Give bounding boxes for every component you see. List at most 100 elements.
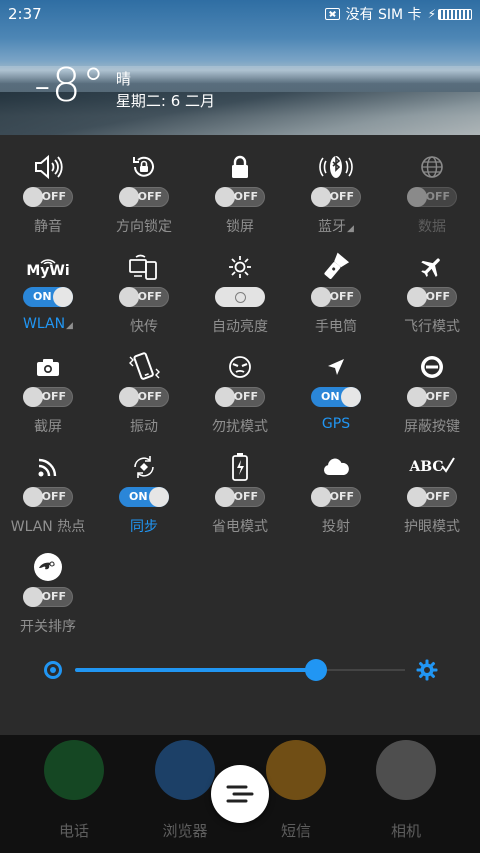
tile-rotation-lock[interactable]: OFF 方向锁定 bbox=[96, 147, 192, 247]
tile-label: 屏蔽按键 bbox=[404, 419, 460, 435]
weather-temperature: -8° bbox=[34, 58, 106, 112]
toggle-state: OFF bbox=[41, 490, 66, 503]
camera-app-icon bbox=[376, 740, 436, 800]
toggle-dot bbox=[235, 292, 246, 303]
tile-label-text: 蓝牙 bbox=[318, 219, 347, 235]
brightness-high-gear-icon[interactable] bbox=[416, 659, 438, 681]
weather-widget[interactable]: -8° 晴 星期二: 6 二月 bbox=[34, 62, 215, 112]
tile-do-not-disturb[interactable]: OFF 勿扰模式 bbox=[192, 347, 288, 447]
tile-label: 投射 bbox=[322, 519, 350, 535]
tile-eye-protection[interactable]: ABC OFF 护眼模式 bbox=[384, 447, 480, 547]
toggle-state: OFF bbox=[329, 290, 354, 303]
screenshot-toggle[interactable]: OFF bbox=[23, 387, 73, 407]
auto-brightness-toggle[interactable] bbox=[215, 287, 265, 307]
toggle-state: OFF bbox=[233, 390, 258, 403]
tile-label: 勿扰模式 bbox=[212, 419, 268, 435]
bluetooth-icon bbox=[316, 151, 356, 183]
toggle-state: OFF bbox=[425, 390, 450, 403]
quick-transfer-toggle[interactable]: OFF bbox=[119, 287, 169, 307]
toggle-knob bbox=[119, 287, 139, 307]
expand-triangle-icon[interactable]: ◢ bbox=[66, 321, 73, 331]
tile-data[interactable]: OFF 数据 bbox=[384, 147, 480, 247]
tile-row: OFF 开关排序 bbox=[0, 547, 480, 647]
rotation-lock-toggle[interactable]: OFF bbox=[119, 187, 169, 207]
brightness-slider[interactable] bbox=[40, 655, 440, 685]
battery-saver-icon bbox=[220, 451, 260, 483]
tile-gps[interactable]: ON GPS bbox=[288, 347, 384, 447]
tile-flashlight[interactable]: OFF 手电筒 bbox=[288, 247, 384, 347]
tile-bluetooth[interactable]: OFF 蓝牙◢ bbox=[288, 147, 384, 247]
block-keys-toggle[interactable]: OFF bbox=[407, 387, 457, 407]
tile-label: GPS bbox=[321, 416, 351, 432]
dock-app-label: 短信 bbox=[280, 822, 311, 840]
do-not-disturb-toggle[interactable]: OFF bbox=[215, 387, 265, 407]
bluetooth-toggle[interactable]: OFF bbox=[311, 187, 361, 207]
quick-settings-panel: OFF 静音 OFF 方向锁定 OFF 锁屏 OFF 蓝牙◢ OFF 数据 My… bbox=[0, 135, 480, 735]
tile-auto-brightness[interactable]: 自动亮度 bbox=[192, 247, 288, 347]
weather-details: 晴 星期二: 6 二月 bbox=[116, 68, 215, 112]
toggle-state: OFF bbox=[137, 390, 162, 403]
toggle-knob bbox=[311, 187, 331, 207]
cast-toggle[interactable]: OFF bbox=[311, 487, 361, 507]
toggle-knob bbox=[215, 487, 235, 507]
toggle-state: OFF bbox=[41, 590, 66, 603]
do-not-disturb-icon bbox=[220, 351, 260, 383]
sync-icon bbox=[124, 451, 164, 483]
tile-quick-transfer[interactable]: OFF 快传 bbox=[96, 247, 192, 347]
tile-screenshot[interactable]: OFF 截屏 bbox=[0, 347, 96, 447]
tile-switch-order[interactable]: OFF 开关排序 bbox=[0, 547, 96, 647]
vibrate-toggle[interactable]: OFF bbox=[119, 387, 169, 407]
sync-toggle[interactable]: ON bbox=[119, 487, 169, 507]
dock-app-label: 相机 bbox=[390, 822, 421, 840]
messages-app-icon bbox=[266, 740, 326, 800]
wlan-toggle[interactable]: ON bbox=[23, 287, 73, 307]
expand-triangle-icon[interactable]: ◢ bbox=[347, 224, 354, 234]
toggle-state: OFF bbox=[41, 190, 66, 203]
mywi-text: MyWi bbox=[26, 262, 70, 279]
dock-app-phone[interactable]: 电话 bbox=[34, 740, 114, 841]
lock-screen-toggle[interactable]: OFF bbox=[215, 187, 265, 207]
status-right: 没有 SIM 卡 ⚡ bbox=[324, 4, 472, 24]
gps-toggle[interactable]: ON bbox=[311, 387, 361, 407]
tile-block-keys[interactable]: OFF 屏蔽按键 bbox=[384, 347, 480, 447]
toggle-state: OFF bbox=[425, 190, 450, 203]
tile-row: OFF 截屏 OFF 振动 OFF 勿扰模式 ON GPS OFF 屏蔽按键 bbox=[0, 347, 480, 447]
brightness-thumb[interactable] bbox=[304, 659, 327, 681]
toggle-knob bbox=[149, 487, 169, 507]
vibrate-icon bbox=[124, 351, 164, 383]
mute-toggle[interactable]: OFF bbox=[23, 187, 73, 207]
toggle-knob bbox=[215, 387, 235, 407]
phone-app-icon bbox=[44, 740, 104, 800]
dock-app-camera[interactable]: 相机 bbox=[366, 740, 446, 841]
brightness-icon bbox=[220, 251, 260, 283]
tile-cast[interactable]: OFF 投射 bbox=[288, 447, 384, 547]
tile-label: 快传 bbox=[130, 319, 158, 335]
toggle-knob bbox=[311, 287, 331, 307]
hotspot-toggle[interactable]: OFF bbox=[23, 487, 73, 507]
data-toggle[interactable]: OFF bbox=[407, 187, 457, 207]
tile-battery-saver[interactable]: OFF 省电模式 bbox=[192, 447, 288, 547]
opensuse-icon bbox=[28, 551, 68, 583]
tile-sync[interactable]: ON 同步 bbox=[96, 447, 192, 547]
toggle-state: OFF bbox=[329, 490, 354, 503]
speaker-icon bbox=[28, 151, 68, 183]
eye-protection-toggle[interactable]: OFF bbox=[407, 487, 457, 507]
flashlight-icon bbox=[316, 251, 356, 283]
airplane-mode-toggle[interactable]: OFF bbox=[407, 287, 457, 307]
tile-label: 开关排序 bbox=[20, 619, 76, 635]
tile-hotspot[interactable]: OFF WLAN 热点 bbox=[0, 447, 96, 547]
tile-wlan[interactable]: MyWi ON WLAN◢ bbox=[0, 247, 96, 347]
tile-vibrate[interactable]: OFF 振动 bbox=[96, 347, 192, 447]
tile-lock-screen[interactable]: OFF 锁屏 bbox=[192, 147, 288, 247]
tile-airplane-mode[interactable]: OFF 飞行模式 bbox=[384, 247, 480, 347]
toggle-knob bbox=[23, 487, 43, 507]
battery-saver-toggle[interactable]: OFF bbox=[215, 487, 265, 507]
switch-order-toggle[interactable]: OFF bbox=[23, 587, 73, 607]
toggle-knob bbox=[407, 387, 427, 407]
collapse-panel-button[interactable] bbox=[211, 765, 269, 823]
toggle-knob bbox=[407, 487, 427, 507]
flashlight-toggle[interactable]: OFF bbox=[311, 287, 361, 307]
airplane-icon bbox=[412, 251, 452, 283]
tile-mute[interactable]: OFF 静音 bbox=[0, 147, 96, 247]
toggle-state: ON bbox=[321, 390, 340, 403]
